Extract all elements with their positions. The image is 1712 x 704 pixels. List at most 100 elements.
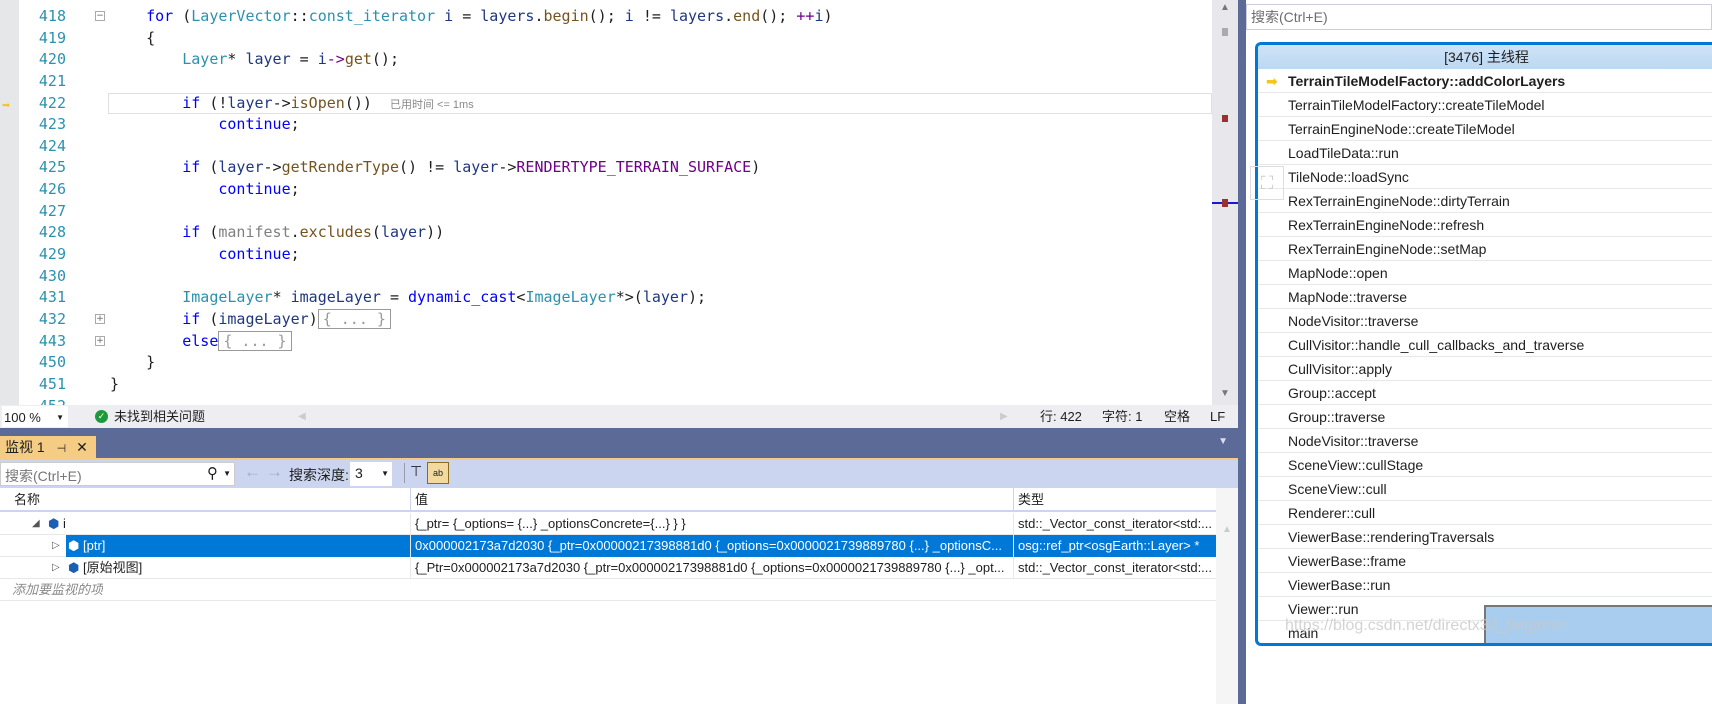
- watch-name-cell[interactable]: ⬢ [ptr]: [66, 535, 410, 557]
- watermark: https://blog.csdn.net/directx3d_beginner: [1285, 617, 1569, 634]
- watch-value[interactable]: 0x000002173a7d2030 {_ptr=0x0000021739888…: [410, 535, 1013, 557]
- stack-frame[interactable]: ViewerBase::renderingTraversals: [1258, 525, 1712, 549]
- expand-toggle-icon[interactable]: ▷: [52, 535, 60, 557]
- code-line[interactable]: ➡ 422 if (!layer->isOpen()) 已用时间 <= 1ms: [0, 92, 1212, 115]
- stack-frame[interactable]: RexTerrainEngineNode::setMap: [1258, 237, 1712, 261]
- watch-value[interactable]: {_ptr= {_options= {...} _optionsConcrete…: [410, 513, 1013, 535]
- spaces-indicator[interactable]: 空格: [1164, 405, 1190, 428]
- scroll-right-icon[interactable]: ▶: [1000, 405, 1008, 428]
- watch-search-input[interactable]: 搜索(Ctrl+E) ⚲ ▼: [0, 462, 235, 486]
- line-number: 418: [38, 7, 66, 25]
- stack-frame[interactable]: TerrainTileModelFactory::createTileModel: [1258, 93, 1712, 117]
- grid-vertical-scrollbar[interactable]: ▲: [1216, 488, 1238, 704]
- stack-frame[interactable]: Group::traverse: [1258, 405, 1712, 429]
- collapse-icon[interactable]: −: [95, 11, 105, 21]
- stack-frame[interactable]: LoadTileData::run: [1258, 141, 1712, 165]
- filter-pin-icon[interactable]: ⊤: [410, 463, 422, 480]
- stack-frame[interactable]: RexTerrainEngineNode::refresh: [1258, 213, 1712, 237]
- issues-status[interactable]: 未找到相关问题: [114, 405, 205, 428]
- scroll-down-icon[interactable]: ▼: [1220, 388, 1230, 399]
- code-text: if (imageLayer){ ... }: [110, 308, 391, 331]
- code-line[interactable]: 452: [0, 396, 1212, 405]
- watch-value[interactable]: {_Ptr=0x000002173a7d2030 {_ptr=0x0000021…: [410, 557, 1013, 579]
- code-line[interactable]: 429 continue;: [0, 244, 1212, 266]
- perf-tip[interactable]: 已用时间 <= 1ms: [390, 99, 474, 111]
- forward-arrow-icon[interactable]: →: [266, 462, 283, 482]
- stack-frame[interactable]: CullVisitor::handle_cull_callbacks_and_t…: [1258, 333, 1712, 357]
- code-editor[interactable]: 418 − for (LayerVector::const_iterator i …: [0, 0, 1238, 405]
- back-arrow-icon[interactable]: ←: [244, 462, 261, 482]
- watch-row[interactable]: ◢ ⬢ i {_ptr= {_options= {...} _optionsCo…: [0, 513, 1216, 535]
- hex-display-toggle-icon[interactable]: ab: [427, 462, 449, 484]
- stack-frame[interactable]: NodeVisitor::traverse: [1258, 309, 1712, 333]
- stack-frame[interactable]: SceneView::cullStage: [1258, 453, 1712, 477]
- code-text: ImageLayer* imageLayer = dynamic_cast<Im…: [110, 287, 706, 309]
- close-icon[interactable]: ✕: [76, 439, 88, 455]
- add-watch-row[interactable]: 添加要监视的项: [0, 579, 1216, 601]
- pane-splitter[interactable]: [1238, 0, 1246, 704]
- zoom-fit-icon[interactable]: ⛶: [1250, 166, 1284, 200]
- code-line[interactable]: 451}: [0, 374, 1212, 396]
- scroll-left-icon[interactable]: ◀: [298, 405, 306, 428]
- tab-watch-1[interactable]: 监视 1 ⊣ ✕: [0, 436, 96, 458]
- panel-menu-icon[interactable]: ▼: [1218, 436, 1228, 447]
- parallel-stacks-node[interactable]: [3476] 主线程 ➡ TerrainTileModelFactory::add…: [1255, 42, 1712, 646]
- code-line[interactable]: 432 + if (imageLayer){ ... }: [0, 308, 1212, 331]
- code-line[interactable]: 431 ImageLayer* imageLayer = dynamic_cas…: [0, 287, 1212, 309]
- scroll-up-icon[interactable]: ▲: [1220, 2, 1230, 13]
- expand-icon[interactable]: +: [95, 335, 105, 346]
- stack-frame[interactable]: CullVisitor::apply: [1258, 357, 1712, 381]
- expand-toggle-icon[interactable]: ◢: [32, 513, 40, 535]
- code-line[interactable]: 420 Layer* layer = i->get();: [0, 49, 1212, 71]
- zoom-dropdown[interactable]: 100 % ▼: [2, 406, 68, 427]
- watch-row[interactable]: ▷ ⬢ [ptr] 0x000002173a7d2030 {_ptr=0x000…: [0, 535, 1216, 557]
- code-lines[interactable]: 418 − for (LayerVector::const_iterator i …: [0, 6, 1212, 405]
- code-line[interactable]: 430: [0, 266, 1212, 288]
- column-header-type[interactable]: 类型: [1013, 488, 1044, 512]
- code-line[interactable]: 421: [0, 71, 1212, 93]
- stack-frame[interactable]: MapNode::open: [1258, 261, 1712, 285]
- code-line[interactable]: 424: [0, 136, 1212, 158]
- expand-toggle-icon[interactable]: ▷: [52, 557, 60, 579]
- collapsed-block[interactable]: { ... }: [218, 330, 292, 351]
- code-line[interactable]: 428 if (manifest.excludes(layer)): [0, 222, 1212, 244]
- object-icon: ⬢: [68, 560, 80, 575]
- code-token: ();: [760, 7, 797, 25]
- column-header-value[interactable]: 值: [410, 488, 428, 512]
- expand-icon[interactable]: +: [95, 313, 105, 324]
- stack-frame[interactable]: Renderer::cull: [1258, 501, 1712, 525]
- code-line[interactable]: 427: [0, 201, 1212, 223]
- search-icon[interactable]: ⚲: [207, 464, 218, 482]
- code-line[interactable]: 443 + else{ ... }: [0, 330, 1212, 353]
- stack-frame[interactable]: NodeVisitor::traverse: [1258, 429, 1712, 453]
- code-line[interactable]: 423 continue;: [0, 114, 1212, 136]
- code-line[interactable]: 418 − for (LayerVector::const_iterator i …: [0, 6, 1212, 28]
- stack-frame[interactable]: ViewerBase::run: [1258, 573, 1712, 597]
- callstack-search-input[interactable]: 搜索(Ctrl+E): [1246, 4, 1712, 30]
- scroll-up-icon[interactable]: ▲: [1222, 524, 1232, 535]
- add-watch-placeholder[interactable]: 添加要监视的项: [12, 579, 103, 601]
- watch-name-cell[interactable]: ⬢ [原始视图]: [66, 557, 410, 579]
- stack-frame[interactable]: MapNode::traverse: [1258, 285, 1712, 309]
- stack-frame[interactable]: Group::accept: [1258, 381, 1712, 405]
- search-depth-select[interactable]: 3 ▼: [350, 462, 392, 486]
- frame-label: Group::traverse: [1288, 409, 1386, 425]
- code-line[interactable]: 425 if (layer->getRenderType() != layer-…: [0, 157, 1212, 179]
- stack-frame[interactable]: ViewerBase::frame: [1258, 549, 1712, 573]
- stack-frame[interactable]: TileNode::loadSync: [1258, 165, 1712, 189]
- stack-frame[interactable]: RexTerrainEngineNode::dirtyTerrain: [1258, 189, 1712, 213]
- code-line[interactable]: 426 continue;: [0, 179, 1212, 201]
- eol-indicator[interactable]: LF: [1210, 405, 1225, 428]
- editor-vertical-scrollbar[interactable]: ▲ ▼: [1212, 0, 1238, 405]
- collapsed-block[interactable]: { ... }: [317, 308, 391, 329]
- code-line[interactable]: 419 {: [0, 28, 1212, 50]
- stack-frame[interactable]: ➡ TerrainTileModelFactory::addColorLayers: [1258, 69, 1712, 93]
- stack-frame[interactable]: SceneView::cull: [1258, 477, 1712, 501]
- watch-row[interactable]: ▷ ⬢ [原始视图] {_Ptr=0x000002173a7d2030 {_pt…: [0, 557, 1216, 579]
- chevron-down-icon[interactable]: ▼: [223, 469, 231, 478]
- code-line[interactable]: 450 }: [0, 352, 1212, 374]
- pin-icon[interactable]: ⊣: [57, 443, 67, 455]
- column-header-name[interactable]: 名称: [14, 488, 40, 512]
- watch-name-cell[interactable]: ⬢ i: [46, 513, 410, 535]
- stack-frame[interactable]: TerrainEngineNode::createTileModel: [1258, 117, 1712, 141]
